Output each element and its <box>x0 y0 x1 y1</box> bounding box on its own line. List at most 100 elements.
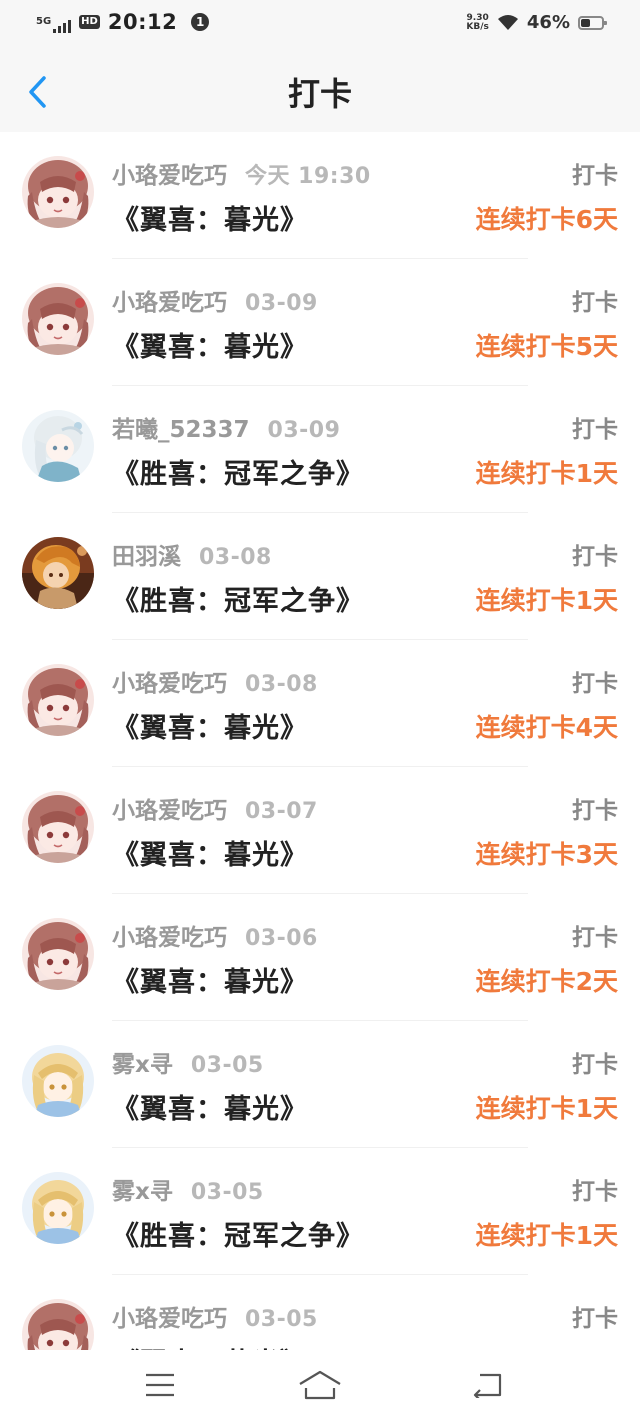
book-title[interactable]: 《翼喜：暮光》 <box>112 198 308 237</box>
action-label: 打卡 <box>572 544 618 570</box>
checkin-list: 小珞爱吃巧 今天 19:30 打卡 《翼喜：暮光》 连续打卡6天 小珞爱吃巧 0… <box>0 132 640 1350</box>
username[interactable]: 雾x寻 <box>112 1045 173 1079</box>
avatar[interactable] <box>22 1172 94 1244</box>
username[interactable]: 小珞爱吃巧 <box>112 283 227 317</box>
timestamp: 03-08 <box>199 545 272 570</box>
list-item[interactable]: 小珞爱吃巧 03-08 打卡 《翼喜：暮光》 连续打卡4天 <box>0 640 640 767</box>
book-title[interactable]: 《翼喜：暮光》 <box>112 1087 308 1126</box>
action-label: 打卡 <box>572 1179 618 1205</box>
wifi-icon <box>497 14 518 30</box>
avatar[interactable] <box>22 791 94 863</box>
timestamp: 03-06 <box>245 926 318 951</box>
username[interactable]: 田羽溪 <box>112 537 181 571</box>
avatar[interactable] <box>22 664 94 736</box>
avatar[interactable] <box>22 1299 94 1350</box>
streak-label: 连续打卡4天 <box>475 713 618 742</box>
timestamp: 今天 19:30 <box>245 164 371 189</box>
item-meta: 小珞爱吃巧 03-06 <box>112 918 318 951</box>
avatar[interactable] <box>22 537 94 609</box>
item-meta: 小珞爱吃巧 03-08 <box>112 664 318 697</box>
avatar[interactable] <box>22 156 94 228</box>
action-label: 打卡 <box>572 798 618 824</box>
book-title[interactable]: 《翼喜：暮光》 <box>112 325 308 364</box>
username[interactable]: 小珞爱吃巧 <box>112 664 227 698</box>
username[interactable]: 小珞爱吃巧 <box>112 918 227 952</box>
pink-hair-avatar-icon <box>22 918 94 990</box>
book-title[interactable]: 《胜喜：冠军之争》 <box>112 452 364 491</box>
item-meta: 小珞爱吃巧 03-07 <box>112 791 318 824</box>
blonde-hair-avatar-icon <box>22 1045 94 1117</box>
orange-hair-avatar-icon <box>22 537 94 609</box>
item-meta: 小珞爱吃巧 03-09 <box>112 283 318 316</box>
pink-hair-avatar-icon <box>22 664 94 736</box>
book-title[interactable]: 《胜喜：冠军之争》 <box>112 1214 364 1253</box>
battery-icon <box>578 15 607 30</box>
phone-screen: 5G HD 20:12 1 9.30 KB/s 46% 打卡 小珞爱吃巧 今天 … <box>0 0 640 1422</box>
username[interactable]: 小珞爱吃巧 <box>112 791 227 825</box>
status-right: 9.30 KB/s 46% <box>466 12 607 33</box>
pink-hair-avatar-icon <box>22 791 94 863</box>
pink-hair-avatar-icon <box>22 156 94 228</box>
list-item[interactable]: 小珞爱吃巧 03-07 打卡 《翼喜：暮光》 连续打卡3天 <box>0 767 640 894</box>
book-title[interactable]: 《翼喜：暮光》 <box>112 960 308 999</box>
action-label: 打卡 <box>572 1306 618 1332</box>
timestamp: 03-08 <box>245 672 318 697</box>
avatar[interactable] <box>22 283 94 355</box>
status-time: 20:12 <box>107 10 178 34</box>
item-meta: 若曦_52337 03-09 <box>112 410 341 443</box>
book-title[interactable]: 《翼喜：暮光》 <box>112 706 308 745</box>
item-meta: 雾x寻 03-05 <box>112 1045 264 1078</box>
list-item[interactable]: 若曦_52337 03-09 打卡 《胜喜：冠军之争》 连续打卡1天 <box>0 386 640 513</box>
streak-label: 连续打卡3天 <box>475 840 618 869</box>
action-label: 打卡 <box>572 163 618 189</box>
timestamp: 03-09 <box>245 291 318 316</box>
timestamp: 03-05 <box>190 1053 264 1078</box>
home-icon <box>299 1370 341 1400</box>
username[interactable]: 若曦_52337 <box>112 410 250 444</box>
system-nav-bar <box>0 1350 640 1422</box>
timestamp: 03-05 <box>245 1307 318 1332</box>
action-label: 打卡 <box>572 417 618 443</box>
app-header: 打卡 <box>0 52 640 132</box>
list-item[interactable]: 小珞爱吃巧 今天 19:30 打卡 《翼喜：暮光》 连续打卡6天 <box>0 132 640 259</box>
item-meta: 田羽溪 03-08 <box>112 537 272 570</box>
username[interactable]: 雾x寻 <box>112 1172 173 1206</box>
signal-icon <box>53 19 72 33</box>
book-title[interactable]: 《翼喜：暮光》 <box>112 1341 308 1350</box>
list-item[interactable]: 小珞爱吃巧 03-06 打卡 《翼喜：暮光》 连续打卡2天 <box>0 894 640 1021</box>
action-label: 打卡 <box>572 1052 618 1078</box>
list-item[interactable]: 田羽溪 03-08 打卡 《胜喜：冠军之争》 连续打卡1天 <box>0 513 640 640</box>
network-speed: 9.30 KB/s <box>466 13 489 32</box>
book-title[interactable]: 《翼喜：暮光》 <box>112 833 308 872</box>
back-nav-button[interactable] <box>463 1364 513 1406</box>
avatar[interactable] <box>22 1045 94 1117</box>
white-hair-avatar-icon <box>22 410 94 482</box>
list-item[interactable]: 小珞爱吃巧 03-09 打卡 《翼喜：暮光》 连续打卡5天 <box>0 259 640 386</box>
hd-badge: HD <box>79 15 100 29</box>
username[interactable]: 小珞爱吃巧 <box>112 156 227 190</box>
home-button[interactable] <box>295 1364 345 1406</box>
action-label: 打卡 <box>572 290 618 316</box>
timestamp: 03-09 <box>267 418 341 443</box>
speed-unit: KB/s <box>466 21 489 32</box>
list-item[interactable]: 小珞爱吃巧 03-05 打卡 《翼喜：暮光》 <box>0 1275 640 1350</box>
list-item[interactable]: 雾x寻 03-05 打卡 《胜喜：冠军之争》 连续打卡1天 <box>0 1148 640 1275</box>
action-label: 打卡 <box>572 671 618 697</box>
streak-label: 连续打卡6天 <box>475 205 618 234</box>
action-label: 打卡 <box>572 925 618 951</box>
list-item[interactable]: 雾x寻 03-05 打卡 《翼喜：暮光》 连续打卡1天 <box>0 1021 640 1148</box>
page-title: 打卡 <box>287 75 352 113</box>
streak-label: 连续打卡1天 <box>475 1094 618 1123</box>
back-arrow-icon <box>473 1373 502 1398</box>
notification-badge: 1 <box>191 13 210 31</box>
username[interactable]: 小珞爱吃巧 <box>112 1299 227 1333</box>
streak-label: 连续打卡1天 <box>475 459 618 488</box>
book-title[interactable]: 《胜喜：冠军之争》 <box>112 579 364 618</box>
item-meta: 小珞爱吃巧 今天 19:30 <box>112 156 371 189</box>
menu-button[interactable] <box>135 1364 185 1406</box>
status-left: 5G HD 20:12 1 <box>36 10 210 34</box>
avatar[interactable] <box>22 410 94 482</box>
battery-percent: 46% <box>526 12 570 33</box>
avatar[interactable] <box>22 918 94 990</box>
item-meta: 小珞爱吃巧 03-05 <box>112 1299 318 1332</box>
